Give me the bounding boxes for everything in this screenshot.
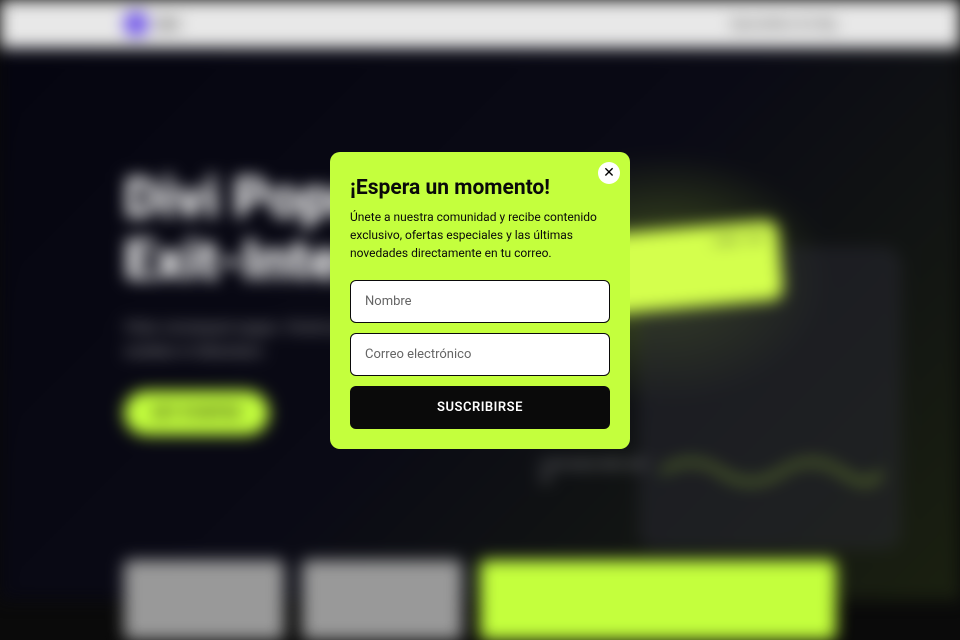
close-icon: ✕ <box>603 166 615 180</box>
name-input[interactable] <box>350 280 610 323</box>
modal-description: Únete a nuestra comunidad y recibe conte… <box>350 208 610 262</box>
close-button[interactable]: ✕ <box>598 162 620 184</box>
exit-intent-modal: ✕ ¡Espera un momento! Únete a nuestra co… <box>330 152 630 449</box>
modal-overlay: ✕ ¡Espera un momento! Únete a nuestra co… <box>0 0 960 600</box>
subscribe-button[interactable]: SUSCRIBIRSE <box>350 386 610 429</box>
email-input[interactable] <box>350 333 610 376</box>
modal-title: ¡Espera un momento! <box>350 176 610 200</box>
